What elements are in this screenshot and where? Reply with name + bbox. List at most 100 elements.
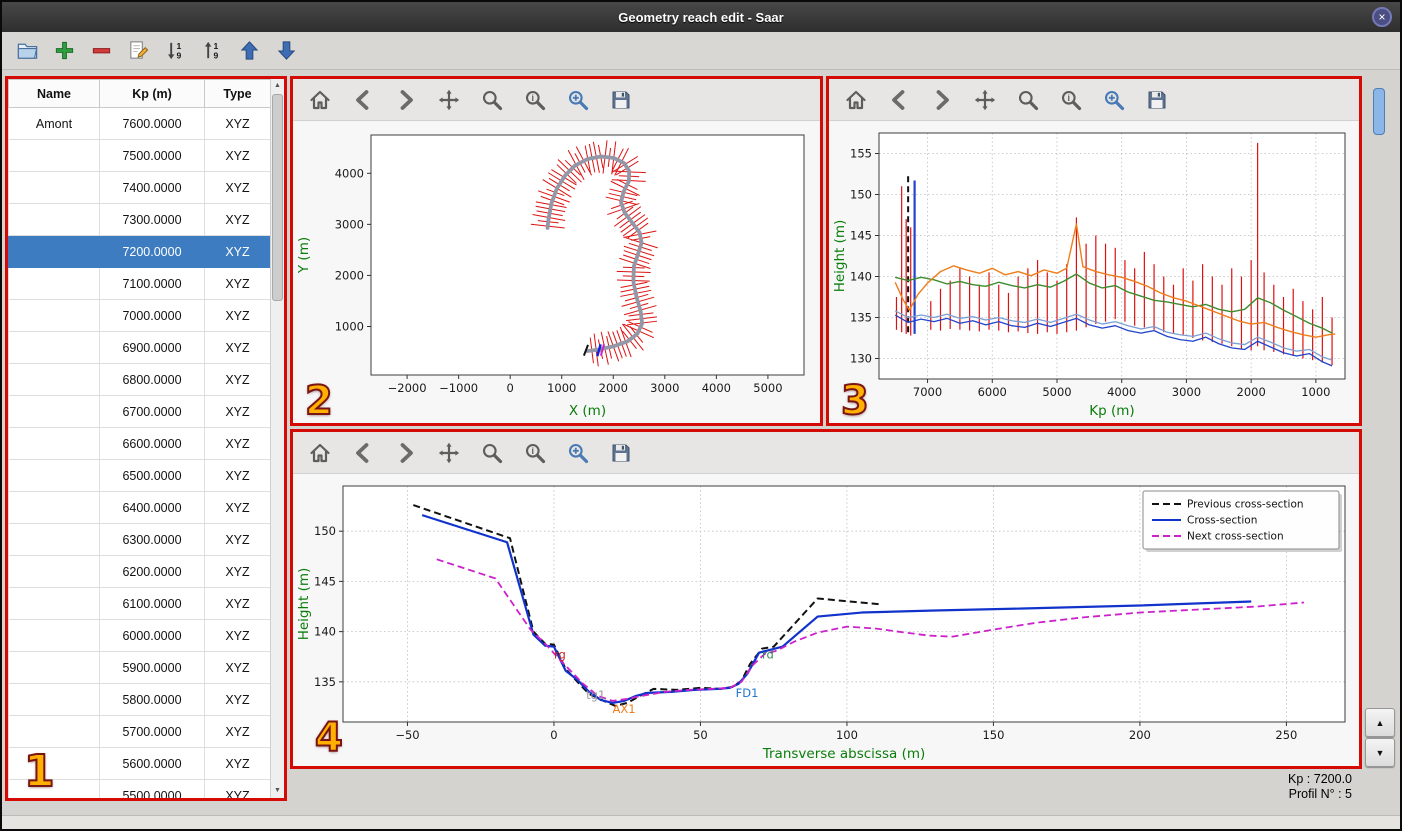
- cell-kp[interactable]: 5700.0000: [99, 715, 205, 748]
- plan-view-chart[interactable]: −2000 −1000 0 1000 2000 3000 4000 5000 1000 2000 3…: [293, 121, 820, 423]
- cell-type[interactable]: XYZ: [204, 555, 271, 588]
- sort-descending-button[interactable]: 19: [162, 38, 188, 64]
- table-row[interactable]: 6500.0000 XYZ: [8, 459, 271, 492]
- cell-kp[interactable]: 7400.0000: [99, 171, 205, 204]
- cell-kp[interactable]: 7100.0000: [99, 267, 205, 300]
- cell-kp[interactable]: 5600.0000: [99, 747, 205, 780]
- cell-kp[interactable]: 6100.0000: [99, 587, 205, 620]
- cell-name[interactable]: [8, 139, 100, 172]
- table-row[interactable]: 6100.0000 XYZ: [8, 587, 271, 620]
- table-row[interactable]: 6200.0000 XYZ: [8, 555, 271, 588]
- cell-kp[interactable]: 6800.0000: [99, 363, 205, 396]
- cell-name[interactable]: [8, 203, 100, 236]
- pan-button[interactable]: [436, 440, 462, 466]
- cell-type[interactable]: XYZ: [204, 683, 271, 716]
- home-button[interactable]: [307, 87, 333, 113]
- column-header-kp-m[interactable]: Kp (m): [99, 79, 205, 108]
- cell-name[interactable]: [8, 267, 100, 300]
- back-button[interactable]: [886, 87, 912, 113]
- cell-kp[interactable]: 6900.0000: [99, 331, 205, 364]
- cell-name[interactable]: [8, 491, 100, 524]
- cell-type[interactable]: XYZ: [204, 171, 271, 204]
- table-row[interactable]: 7000.0000 XYZ: [8, 299, 271, 332]
- scroll-up-icon[interactable]: ▲: [271, 80, 284, 92]
- edit-params-button[interactable]: [1101, 87, 1127, 113]
- open-file-button[interactable]: [14, 38, 40, 64]
- right-scrollbar[interactable]: ▲ ▼: [1358, 70, 1400, 815]
- sort-ascending-button[interactable]: 19: [199, 38, 225, 64]
- subplots-button[interactable]: i: [522, 87, 548, 113]
- cell-type[interactable]: XYZ: [204, 299, 271, 332]
- cell-type[interactable]: XYZ: [204, 395, 271, 428]
- close-button[interactable]: ×: [1372, 7, 1392, 27]
- cell-name[interactable]: [8, 459, 100, 492]
- cell-kp[interactable]: 6600.0000: [99, 427, 205, 460]
- edit-params-button[interactable]: [565, 87, 591, 113]
- cell-type[interactable]: XYZ: [204, 139, 271, 172]
- cross-section-chart[interactable]: −50 0 50 100 150 200 250 135 140 145 150 Transverse…: [293, 474, 1359, 766]
- cell-type[interactable]: XYZ: [204, 331, 271, 364]
- home-button[interactable]: [843, 87, 869, 113]
- table-scrollbar[interactable]: ▲ ▼: [270, 79, 284, 798]
- cell-kp[interactable]: 6400.0000: [99, 491, 205, 524]
- cell-type[interactable]: XYZ: [204, 235, 271, 268]
- table-row[interactable]: 7400.0000 XYZ: [8, 171, 271, 204]
- subplots-button[interactable]: i: [522, 440, 548, 466]
- cell-type[interactable]: XYZ: [204, 427, 271, 460]
- table-row[interactable]: 5900.0000 XYZ: [8, 651, 271, 684]
- table-row[interactable]: 7200.0000 XYZ: [8, 235, 271, 268]
- cell-type[interactable]: XYZ: [204, 747, 271, 780]
- table-row[interactable]: 6000.0000 XYZ: [8, 619, 271, 652]
- table-row[interactable]: 6600.0000 XYZ: [8, 427, 271, 460]
- cell-type[interactable]: XYZ: [204, 491, 271, 524]
- cell-type[interactable]: XYZ: [204, 619, 271, 652]
- cell-kp[interactable]: 7200.0000: [99, 235, 205, 268]
- cell-kp[interactable]: 5500.0000: [99, 779, 205, 798]
- edit-row-button[interactable]: [125, 38, 151, 64]
- column-header-name[interactable]: Name: [8, 79, 100, 108]
- table-row[interactable]: 6300.0000 XYZ: [8, 523, 271, 556]
- right-scrollbar-thumb[interactable]: [1373, 88, 1385, 135]
- home-button[interactable]: [307, 440, 333, 466]
- zoom-button[interactable]: [479, 440, 505, 466]
- titlebar[interactable]: Geometry reach edit - Saar ×: [2, 2, 1400, 32]
- cell-name[interactable]: [8, 363, 100, 396]
- long-profile-chart[interactable]: 7000 6000 5000 4000 3000 2000 1000 130 135 140 145…: [829, 121, 1359, 423]
- table-row[interactable]: 6900.0000 XYZ: [8, 331, 271, 364]
- pan-button[interactable]: [972, 87, 998, 113]
- cell-type[interactable]: XYZ: [204, 459, 271, 492]
- cell-name[interactable]: [8, 523, 100, 556]
- scroll-down-icon[interactable]: ▼: [271, 785, 284, 797]
- zoom-button[interactable]: [1015, 87, 1041, 113]
- cell-kp[interactable]: 6500.0000: [99, 459, 205, 492]
- add-row-button[interactable]: [51, 38, 77, 64]
- profiles-table-container[interactable]: Name Kp (m) Type Amont 7600.0000 XYZ 7500.0000…: [8, 79, 271, 798]
- cell-name[interactable]: [8, 427, 100, 460]
- cell-name[interactable]: [8, 715, 100, 748]
- cell-kp[interactable]: 7000.0000: [99, 299, 205, 332]
- remove-row-button[interactable]: [88, 38, 114, 64]
- table-row[interactable]: 7300.0000 XYZ: [8, 203, 271, 236]
- profile-up-button[interactable]: ▲: [1365, 708, 1395, 737]
- zoom-button[interactable]: [479, 87, 505, 113]
- edit-params-button[interactable]: [565, 440, 591, 466]
- cell-kp[interactable]: 5800.0000: [99, 683, 205, 716]
- table-row[interactable]: 6800.0000 XYZ: [8, 363, 271, 396]
- cell-type[interactable]: XYZ: [204, 203, 271, 236]
- back-button[interactable]: [350, 440, 376, 466]
- cell-name[interactable]: [8, 587, 100, 620]
- forward-button[interactable]: [393, 87, 419, 113]
- table-row[interactable]: Amont 7600.0000 XYZ: [8, 107, 271, 140]
- table-row[interactable]: 6400.0000 XYZ: [8, 491, 271, 524]
- cell-kp[interactable]: 7300.0000: [99, 203, 205, 236]
- cell-type[interactable]: XYZ: [204, 651, 271, 684]
- cell-name[interactable]: [8, 619, 100, 652]
- cell-type[interactable]: XYZ: [204, 363, 271, 396]
- pan-button[interactable]: [436, 87, 462, 113]
- cell-kp[interactable]: 5900.0000: [99, 651, 205, 684]
- cell-name[interactable]: [8, 171, 100, 204]
- table-row[interactable]: 6700.0000 XYZ: [8, 395, 271, 428]
- save-button[interactable]: [1144, 87, 1170, 113]
- cell-type[interactable]: XYZ: [204, 523, 271, 556]
- table-row[interactable]: 5800.0000 XYZ: [8, 683, 271, 716]
